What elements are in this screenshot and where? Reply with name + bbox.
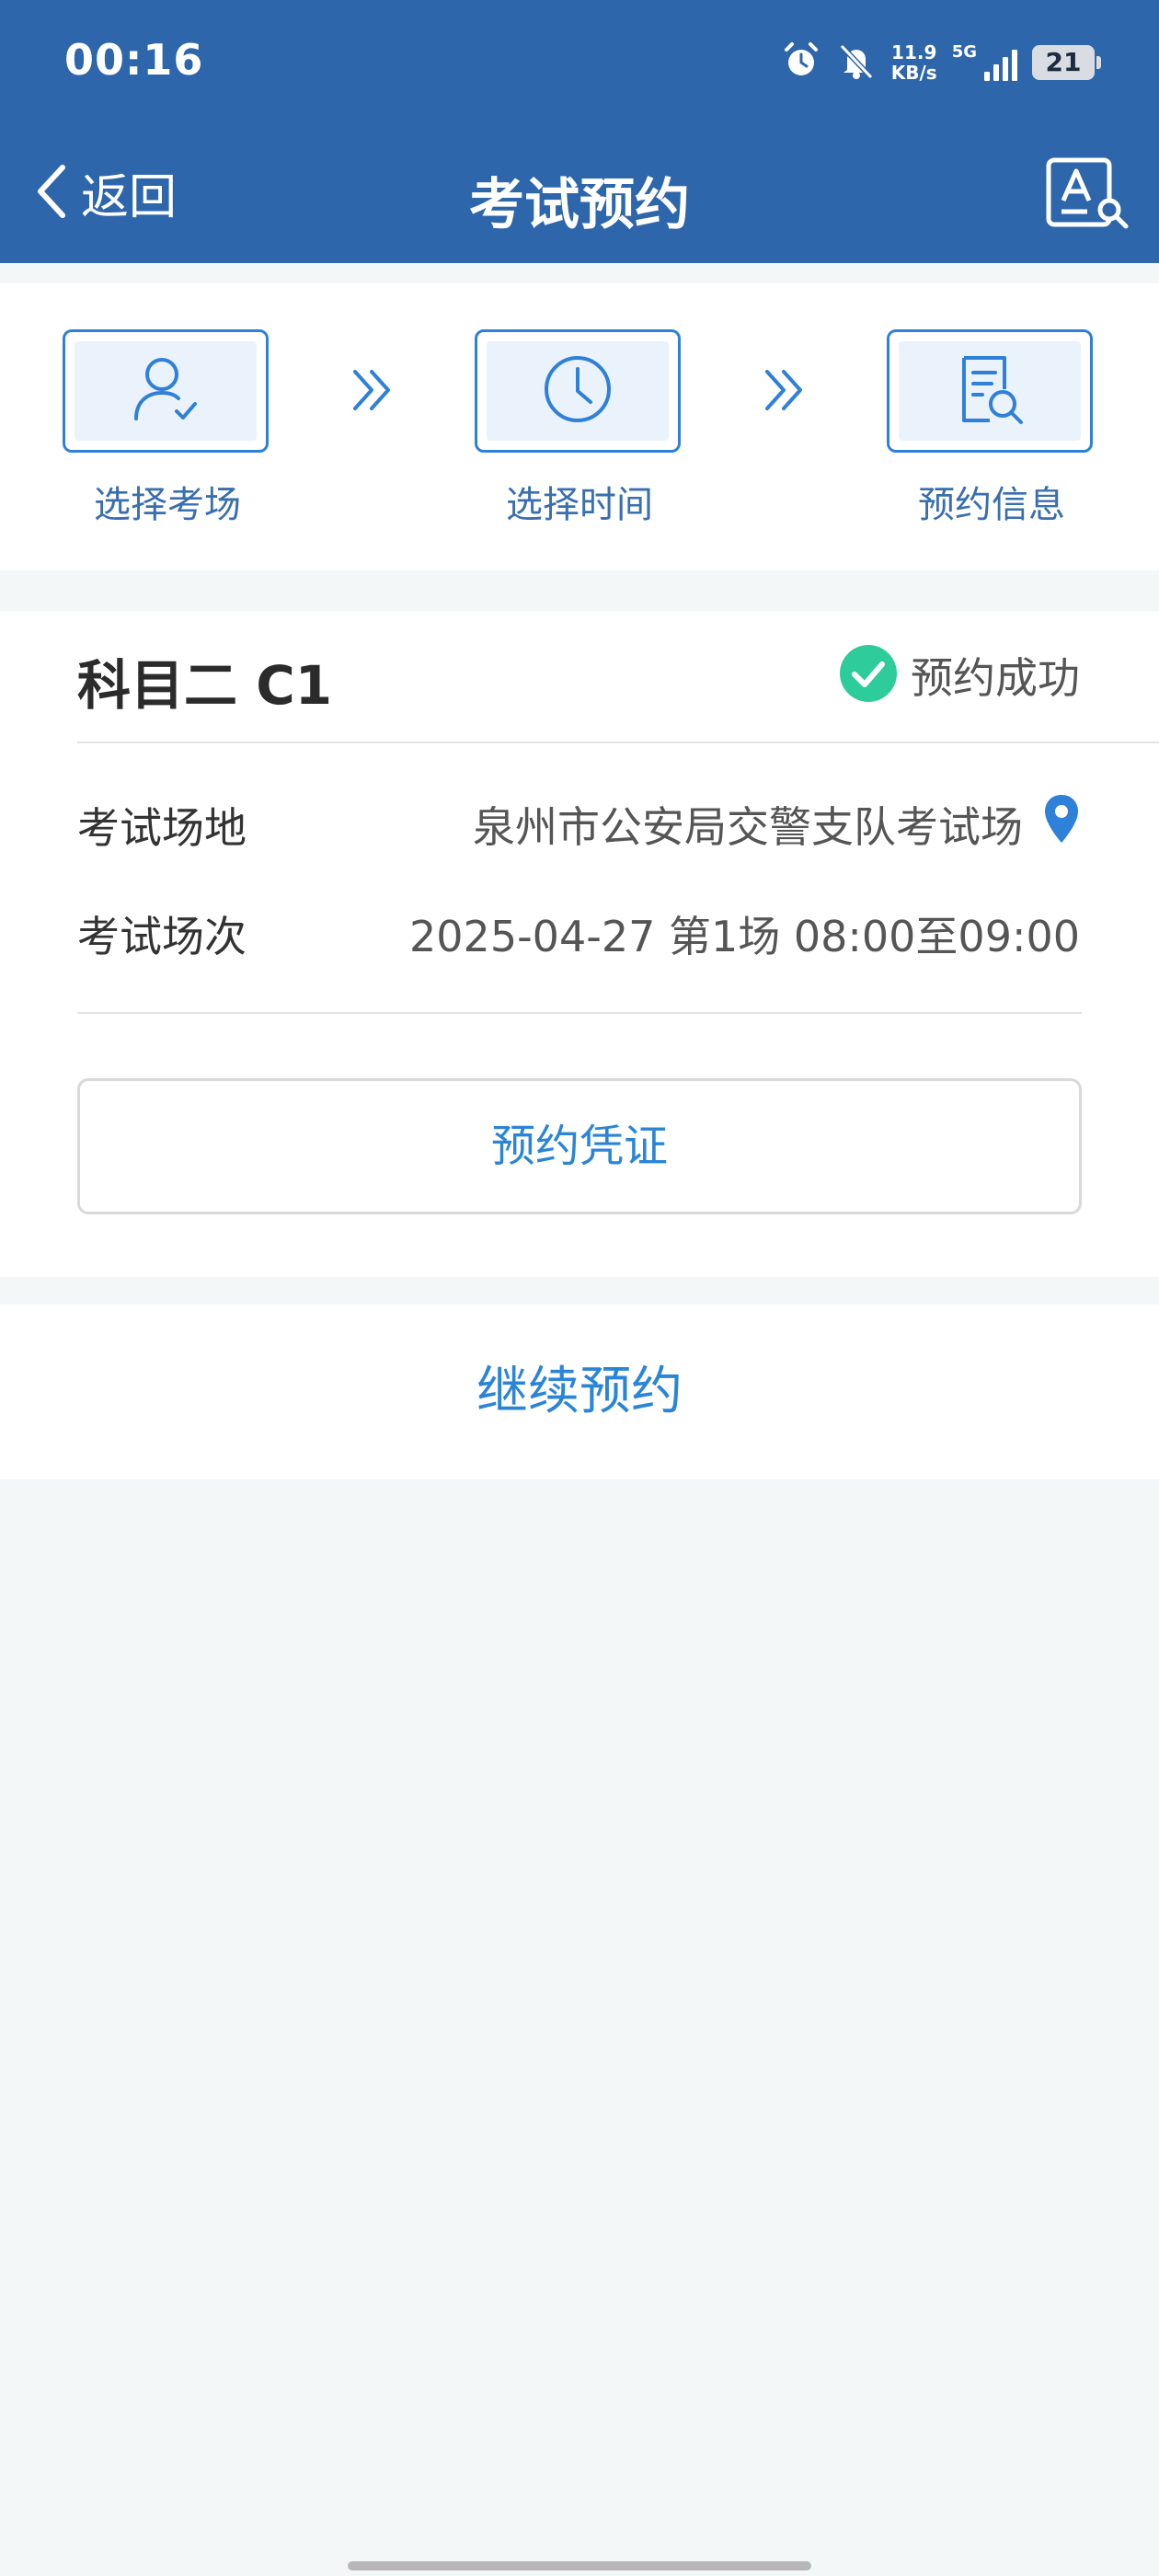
net-speed-unit: KB/s — [890, 62, 937, 84]
page-title: 考试预约 — [469, 173, 690, 237]
document-search-button[interactable] — [1045, 156, 1130, 234]
session-value: 2025-04-27 第1场 08:00至09:00 — [409, 912, 1080, 961]
battery-level: 21 — [1045, 47, 1082, 77]
venue-value: 泉州市公安局交警支队考试场 — [473, 801, 1023, 852]
signal-bars-icon — [981, 44, 1017, 81]
double-chevron-right-icon — [348, 364, 399, 420]
divider — [77, 1012, 1082, 1014]
session-label: 考试场次 — [77, 912, 247, 961]
step-select-venue: 选择考场 — [63, 329, 272, 528]
net-speed: 11.9 KB/s — [891, 42, 937, 83]
step-select-time: 选择时间 — [475, 329, 684, 528]
location-pin-icon[interactable] — [1043, 793, 1080, 855]
home-indicator[interactable] — [348, 2561, 811, 2570]
battery-icon: 21 — [1032, 45, 1101, 80]
clock-icon — [539, 351, 616, 431]
venue-value-row[interactable]: 泉州市公安局交警支队考试场 — [473, 793, 1080, 855]
step-icon-box — [887, 329, 1093, 453]
exam-subject: 科目二 C1 — [77, 654, 333, 717]
status-icons: 11.9 KB/s 5G 21 — [766, 37, 1101, 88]
continue-booking-button[interactable]: 继续预约 — [0, 1305, 1159, 1479]
user-check-icon — [127, 351, 204, 431]
booking-card: 科目二 C1 预约成功 考试场地 泉州市公安局交警支队考试场 考试场次 2025… — [0, 611, 1159, 1277]
document-search-icon — [951, 351, 1028, 431]
check-circle-icon — [839, 644, 898, 707]
status-text: 预约成功 — [911, 653, 1080, 703]
step-label: 预约信息 — [918, 484, 1065, 526]
double-chevron-right-icon — [760, 364, 811, 420]
step-booking-info: 预约信息 — [887, 329, 1096, 528]
net-speed-value: 11.9 — [891, 41, 937, 63]
status-time: 00:16 — [64, 35, 204, 85]
step-label: 选择考场 — [94, 484, 241, 526]
alarm-icon — [781, 40, 821, 85]
status-badge: 预约成功 — [839, 644, 1080, 707]
bell-muted-icon — [836, 40, 877, 85]
step-icon-box — [475, 329, 681, 453]
network-type: 5G — [951, 42, 977, 62]
venue-label: 考试场地 — [77, 803, 247, 853]
step-icon-box — [63, 329, 269, 453]
divider — [77, 742, 1159, 743]
document-search-icon — [1045, 157, 1130, 234]
booking-voucher-button[interactable]: 预约凭证 — [77, 1078, 1082, 1214]
step-label: 选择时间 — [506, 484, 653, 526]
booking-steps: 选择考场 选择时间 预约信息 — [0, 283, 1159, 570]
app-header: 00:16 11.9 KB/s 5G 21 返回 考试预约 — [0, 0, 1159, 263]
signal-indicator: 5G — [952, 44, 1017, 81]
